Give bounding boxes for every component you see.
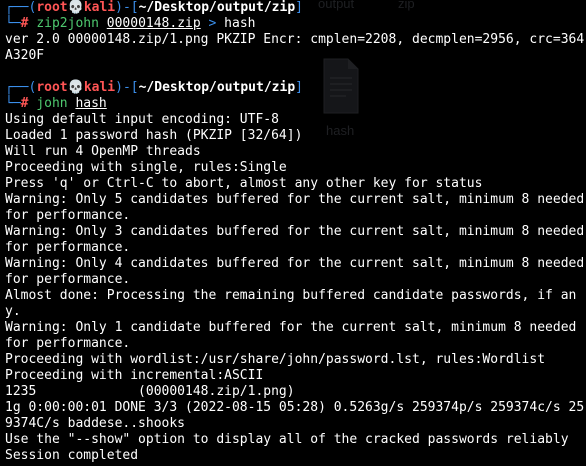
output-line: Proceeding with single, rules:Single <box>5 160 287 175</box>
command-line-2: └─# john hash <box>5 96 586 112</box>
terminal-content: ┌──(root💀kali)-[~/Desktop/output/zip] └─… <box>0 0 586 464</box>
prompt-user: root <box>36 80 68 95</box>
output-line: Using default input encoding: UTF-8 <box>5 112 279 127</box>
output-line: Session completed <box>5 448 139 463</box>
command-program: zip2john <box>36 16 99 31</box>
command-line-1: └─# zip2john 00000148.zip > hash <box>5 16 586 32</box>
output-line: 1g 0:00:00:01 DONE 3/3 (2022-08-15 05:28… <box>5 400 585 431</box>
command-output-1: ver 2.0 00000148.zip/1.png PKZIP Encr: c… <box>5 32 585 63</box>
prompt-line-1: ┌──(root💀kali)-[~/Desktop/output/zip] <box>5 0 586 16</box>
redirect-target: hash <box>224 16 256 31</box>
prompt-frame-open: ┌──( <box>5 0 37 15</box>
output-line: Proceeding with wordlist:/usr/share/john… <box>5 352 546 367</box>
skull-icon: 💀 <box>67 0 84 15</box>
output-line: Warning: Only 3 candidates buffered for … <box>5 224 585 255</box>
output-line: Almost done: Processing the remaining bu… <box>5 288 577 319</box>
prompt-frame-mid: )-[ <box>115 0 139 15</box>
prompt-frame-close: ] <box>295 0 303 15</box>
output-line: Loaded 1 password hash (PKZIP [32/64]) <box>5 128 303 143</box>
redirect-operator: > <box>208 16 217 31</box>
output-line: Will run 4 OpenMP threads <box>5 144 201 159</box>
command-arg-file: hash <box>75 96 107 111</box>
prompt-line-2: ┌──(root💀kali)-[~/Desktop/output/zip] <box>5 80 586 96</box>
command-program: john <box>36 96 68 111</box>
prompt-cwd: ~/Desktop/output/zip <box>138 80 296 95</box>
prompt-frame-bottom: └─ <box>5 96 21 111</box>
root-prompt-symbol: # <box>20 96 29 111</box>
terminal-window[interactable]: output zip hash ┌──(root💀kali)-[~/Deskto… <box>0 0 586 466</box>
prompt-frame-bottom: └─ <box>5 16 21 31</box>
output-line: Warning: Only 4 candidates buffered for … <box>5 256 585 287</box>
prompt-host: kali <box>83 0 116 15</box>
output-line: Warning: Only 1 candidate buffered for t… <box>5 320 585 351</box>
output-line: Warning: Only 5 candidates buffered for … <box>5 192 585 223</box>
output-line: Proceeding with incremental:ASCII <box>5 368 264 383</box>
prompt-user: root <box>36 0 68 15</box>
prompt-frame-open: ┌──( <box>5 80 37 95</box>
root-prompt-symbol: # <box>20 16 29 31</box>
output-line: Use the "--show" option to display all o… <box>5 432 569 447</box>
cracked-password-line: 1235 (00000148.zip/1.png) <box>5 384 295 399</box>
prompt-host: kali <box>83 80 116 95</box>
skull-icon: 💀 <box>67 80 84 95</box>
prompt-frame-close: ] <box>295 80 303 95</box>
prompt-frame-mid: )-[ <box>115 80 139 95</box>
output-line: Press 'q' or Ctrl-C to abort, almost any… <box>5 176 483 191</box>
command-arg-file: 00000148.zip <box>106 16 201 31</box>
prompt-cwd: ~/Desktop/output/zip <box>138 0 296 15</box>
